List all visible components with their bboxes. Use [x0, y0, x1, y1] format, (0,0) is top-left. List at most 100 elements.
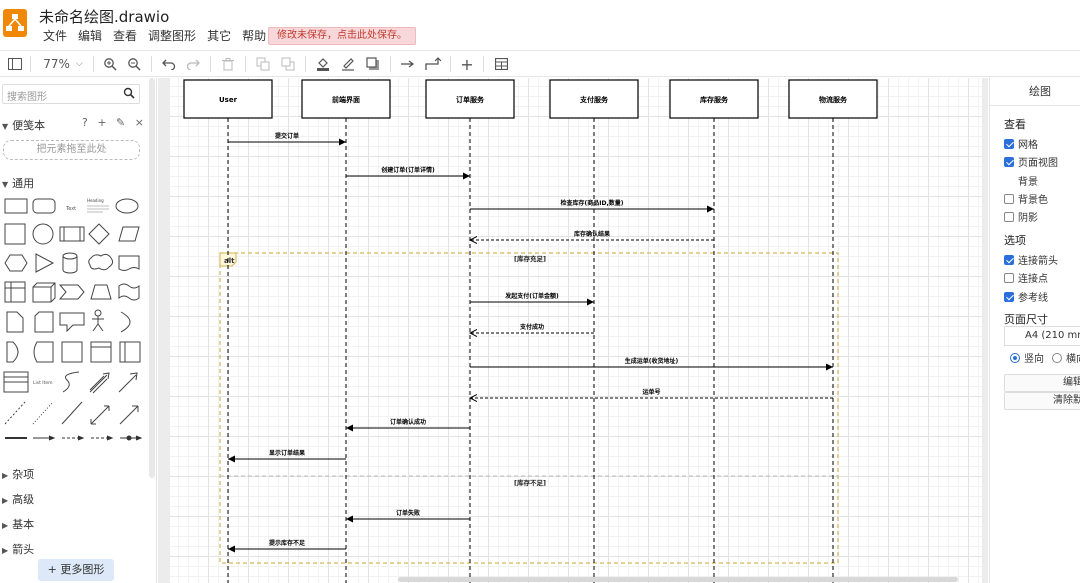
insert-plus-icon[interactable]: + — [458, 55, 476, 74]
chevron-down-icon: ⌵ — [75, 59, 83, 69]
zoom-in-icon[interactable] — [101, 55, 119, 73]
message-label: 显示订单结果 — [269, 449, 305, 457]
arrows-label: 箭头 — [12, 543, 35, 556]
message-label: 订单失败 — [396, 509, 420, 517]
connection-points-checkbox[interactable]: 连接点 — [1004, 270, 1048, 285]
search-shapes-input[interactable]: 搜索图形 — [2, 84, 140, 104]
page-size-heading: 页面尺寸 — [1004, 313, 1048, 326]
general-section-header[interactable]: ▼ 通用 — [2, 175, 34, 191]
container-shape — [4, 281, 26, 303]
advanced-section-header[interactable]: ▶ 高级 — [2, 491, 34, 507]
menu-arrange[interactable]: 调整图形 — [148, 28, 196, 46]
shadow-icon[interactable] — [364, 55, 382, 73]
unsaved-changes-banner[interactable]: 修改未保存，点击此处保存。 — [268, 27, 416, 45]
zoom-select[interactable]: 77% ⌵ — [40, 55, 86, 73]
tab-diagram[interactable]: 绘图 — [990, 78, 1080, 106]
shadow-label: 阴影 — [1018, 213, 1038, 224]
alt-condition-label: [库存不足] — [514, 478, 546, 487]
diamond-shape — [88, 223, 110, 245]
guides-checkbox[interactable]: 参考线 — [1004, 289, 1048, 304]
directional-arrow-shape — [119, 405, 139, 425]
menu-extras[interactable]: 其它 — [207, 28, 231, 46]
message-label: 提交订单 — [275, 132, 299, 140]
double-arrow-shape — [90, 405, 110, 425]
page-view-checkbox[interactable]: 页面视图 — [1004, 154, 1058, 169]
format-panel: 绘图 查看 网格 页面视图 背景 背景色 阴影 选项 连接箭头 连接点 参考线 … — [989, 78, 1080, 583]
ellipse-shape — [115, 198, 139, 214]
swimlane-shape — [90, 341, 112, 363]
page-size-select[interactable]: A4 (210 mm — [1004, 326, 1080, 346]
dashed-line-shape — [4, 401, 26, 425]
advanced-label: 高级 — [12, 493, 35, 506]
delay-shape — [6, 341, 19, 363]
note-shape — [6, 311, 24, 333]
menu-file[interactable]: 文件 — [43, 28, 67, 46]
menu-help[interactable]: 帮助 — [242, 28, 266, 46]
menu-view[interactable]: 查看 — [113, 28, 137, 46]
checkbox-checked-icon — [1004, 291, 1014, 302]
message-label: 创建订单(订单详情) — [380, 166, 435, 174]
heading-shape: Heading — [87, 198, 104, 203]
drawio-logo-icon — [3, 9, 27, 37]
diagram-page[interactable]: alt [库存充足] [库存不足] 提交订单 创建订单(订单详情) 检查库存(商品ID,… — [170, 78, 982, 583]
background-color-checkbox[interactable]: 背景色 — [1004, 191, 1048, 206]
more-shapes-button[interactable]: + 更多图形 — [38, 559, 114, 581]
document-title[interactable]: 未命名绘图.drawio — [39, 6, 169, 27]
search-icon[interactable] — [123, 87, 135, 102]
sidebar-scrollbar[interactable] — [149, 78, 155, 478]
edit-button[interactable]: 编辑 — [1004, 374, 1080, 392]
scratchpad-header[interactable]: ▼ 便笺本 — [2, 117, 45, 133]
radio-selected-icon[interactable] — [1010, 352, 1020, 363]
delete-icon[interactable] — [219, 55, 237, 73]
connection-arrows-label: 连接箭头 — [1018, 256, 1058, 267]
participant-label: 物流服务 — [819, 95, 848, 104]
connection-points-label: 连接点 — [1018, 274, 1048, 285]
title-bar: 未命名绘图.drawio 文件 编辑 查看 调整图形 其它 帮助 修改未保存，点… — [0, 0, 1080, 48]
trapezoid-shape — [90, 284, 112, 300]
scratchpad-drop-zone[interactable]: 把元素拖至此处 — [3, 140, 140, 160]
card-shape — [34, 311, 54, 333]
shadow-checkbox[interactable]: 阴影 — [1004, 209, 1038, 224]
basic-label: 基本 — [12, 518, 35, 531]
message-label: 发起支付(订单金额) — [504, 292, 559, 300]
scratchpad-tools[interactable]: ? + ✎ × — [82, 116, 147, 129]
to-front-icon[interactable] — [254, 55, 272, 73]
internal-storage-shape — [119, 341, 141, 363]
line-shape — [61, 401, 83, 425]
undo-icon[interactable] — [160, 55, 178, 73]
arrows-section-header[interactable]: ▶ 箭头 — [2, 541, 34, 557]
to-back-icon[interactable] — [279, 55, 297, 73]
menu-edit[interactable]: 编辑 — [78, 28, 102, 46]
message-label: 提示库存不足 — [269, 539, 305, 547]
connection-arrows-checkbox[interactable]: 连接箭头 — [1004, 252, 1058, 267]
callout-shape — [59, 312, 85, 333]
drawing-canvas[interactable]: alt [库存充足] [库存不足] 提交订单 创建订单(订单详情) 检查库存(商品ID,… — [158, 78, 988, 583]
rectangle-shape — [4, 198, 28, 214]
fill-color-icon[interactable] — [314, 55, 332, 73]
redo-icon[interactable] — [184, 55, 202, 73]
misc-section-header[interactable]: ▶ 杂项 — [2, 466, 34, 482]
grid-checkbox[interactable]: 网格 — [1004, 136, 1038, 151]
clear-default-style-button[interactable]: 清除默 — [1004, 392, 1080, 410]
rect-shape — [61, 341, 83, 363]
radio-icon[interactable] — [1052, 352, 1062, 363]
options-heading: 选项 — [1004, 234, 1026, 247]
waypoints-icon[interactable] — [424, 55, 442, 73]
message-label: 运单号 — [642, 388, 660, 396]
zoom-out-icon[interactable] — [125, 55, 143, 73]
general-shapes-palette[interactable]: Text Heading List Item — [3, 196, 143, 446]
sequence-diagram[interactable]: alt [库存充足] [库存不足] 提交订单创建订单(订单详情) 检查库存(商品ID,… — [170, 78, 982, 583]
scratchpad-label: 便笺本 — [12, 119, 46, 132]
orientation-radio-group[interactable]: 竖向 横向 — [1010, 350, 1080, 365]
circle-shape — [32, 223, 54, 245]
canvas-horizontal-scrollbar[interactable] — [398, 577, 958, 582]
table-icon[interactable] — [492, 55, 510, 73]
connection-arrow-icon[interactable] — [399, 55, 417, 73]
parallelogram-shape — [118, 226, 140, 242]
participant-label: 库存服务 — [700, 95, 729, 104]
basic-section-header[interactable]: ▶ 基本 — [2, 516, 34, 532]
toggle-sidebar-icon[interactable] — [6, 55, 24, 73]
misc-label: 杂项 — [12, 468, 35, 481]
line-color-icon[interactable] — [339, 55, 357, 73]
arrow-shape — [118, 372, 138, 393]
